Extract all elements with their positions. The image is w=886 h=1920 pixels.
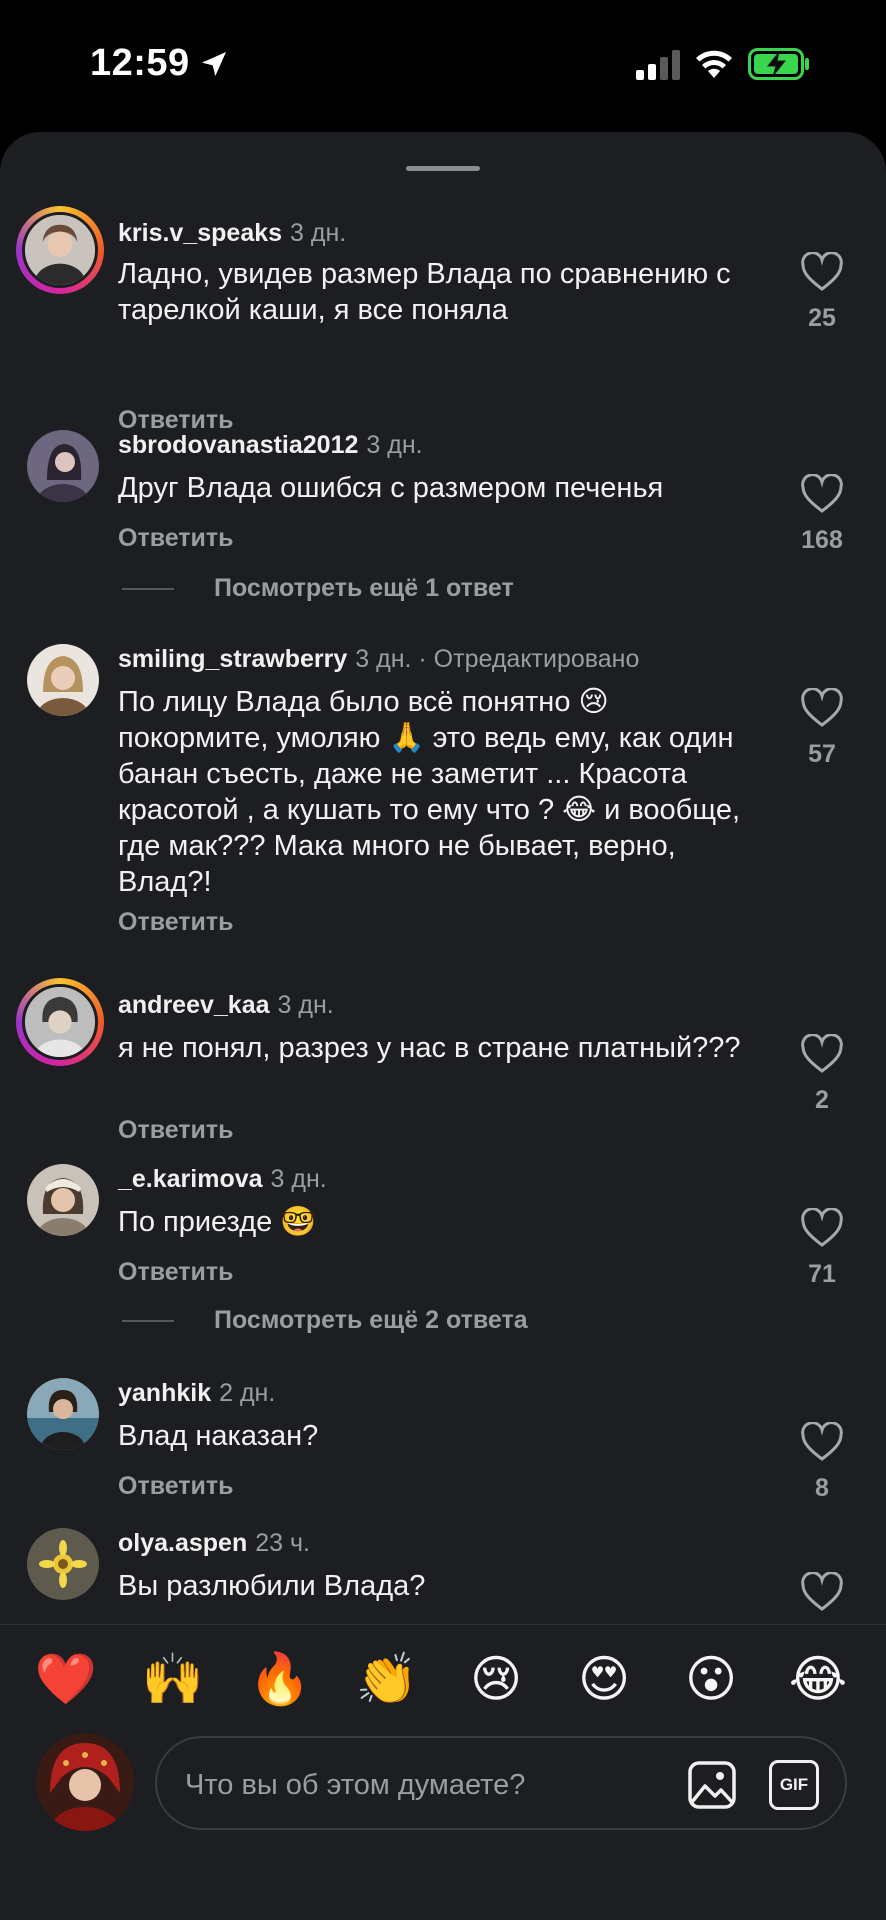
- my-avatar[interactable]: [36, 1733, 134, 1831]
- comment-username[interactable]: yanhkik: [118, 1379, 211, 1407]
- avatar[interactable]: [27, 430, 99, 502]
- avatar[interactable]: [22, 984, 98, 1060]
- story-ring[interactable]: [16, 206, 104, 294]
- view-more-replies-label[interactable]: Посмотреть ещё 2 ответа: [214, 1306, 528, 1335]
- emoji-fire[interactable]: 🔥: [248, 1647, 312, 1711]
- comment-header: olya.aspen 23 ч.: [118, 1528, 310, 1558]
- emoji-quick-bar: ❤️ 🙌 🔥 👏 😢 😍 😮 😂: [0, 1624, 886, 1729]
- emoji-heart[interactable]: ❤️: [34, 1647, 98, 1711]
- like-count: 71: [808, 1260, 836, 1288]
- comment-text: я не понял, разрез у нас в стране платны…: [118, 1032, 741, 1064]
- comment-header: smiling_strawberry 3 дн. · Отредактирован…: [118, 644, 639, 674]
- comment-time: 3 дн.: [270, 1165, 327, 1193]
- avatar[interactable]: [27, 1528, 99, 1600]
- comment-header: yanhkik 2 дн.: [118, 1378, 275, 1408]
- reply-button[interactable]: Ответить: [118, 908, 234, 937]
- avatar[interactable]: [27, 644, 99, 716]
- comment-text: Друг Влада ошибся с размером печенья: [118, 472, 664, 504]
- reply-button[interactable]: Ответить: [118, 524, 234, 553]
- sheet-grabber[interactable]: [406, 166, 480, 171]
- status-time: 12:59: [90, 42, 190, 84]
- heart-outline-icon[interactable]: [800, 474, 844, 514]
- comment-header: sbrodovanastia2012 3 дн.: [118, 430, 423, 460]
- image-icon[interactable]: [687, 1760, 737, 1810]
- emoji-raising-hands[interactable]: 🙌: [141, 1647, 205, 1711]
- view-more-replies-label[interactable]: Посмотреть ещё 1 ответ: [214, 574, 514, 603]
- like-count: 168: [801, 526, 843, 554]
- comment-username[interactable]: andreev_kaa: [118, 991, 270, 1019]
- comment-composer: GIF: [0, 1728, 886, 1920]
- emoji-crying[interactable]: 😢: [464, 1647, 528, 1711]
- comment-time: 3 дн. · Отредактировано: [355, 645, 640, 673]
- avatar[interactable]: [22, 212, 98, 288]
- thread-line: [122, 588, 174, 591]
- comment-time: 3 дн.: [277, 991, 334, 1019]
- comment-input[interactable]: [183, 1756, 627, 1814]
- like-count: 8: [815, 1474, 829, 1502]
- avatar[interactable]: [27, 1378, 99, 1450]
- reply-button[interactable]: Ответить: [118, 1116, 234, 1145]
- status-bar: 12:59: [0, 0, 886, 130]
- comment-header: kris.v_speaks 3 дн.: [118, 218, 346, 248]
- comment-text: Вы разлюбили Влада?: [118, 1570, 426, 1602]
- emoji-heart-eyes[interactable]: 😍: [572, 1647, 636, 1711]
- battery-charging-icon: [748, 48, 809, 80]
- comment-username[interactable]: sbrodovanastia2012: [118, 431, 358, 459]
- emoji-laughing[interactable]: 😂: [786, 1647, 850, 1711]
- comment-text: Влад наказан?: [118, 1420, 319, 1452]
- comment-username[interactable]: kris.v_speaks: [118, 219, 282, 247]
- comment-username[interactable]: smiling_strawberry: [118, 645, 347, 673]
- wifi-icon: [696, 50, 732, 78]
- view-more-replies[interactable]: Посмотреть ещё 2 ответа: [122, 1306, 528, 1335]
- comment-text: Ладно, увидев размер Влада по сравнению …: [118, 258, 731, 326]
- comment-time: 2 дн.: [219, 1379, 276, 1407]
- comment-text: По лицу Влада было всё понятно 😢 покорми…: [118, 686, 741, 898]
- comment-username[interactable]: olya.aspen: [118, 1529, 247, 1557]
- comment-time: 23 ч.: [255, 1529, 310, 1557]
- comment-header: andreev_kaa 3 дн.: [118, 990, 334, 1020]
- avatar[interactable]: [27, 1164, 99, 1236]
- heart-outline-icon[interactable]: [800, 1572, 844, 1612]
- comment-input-box[interactable]: GIF: [155, 1736, 847, 1830]
- reply-button[interactable]: Ответить: [118, 1258, 234, 1287]
- thread-line: [122, 1320, 174, 1323]
- view-more-replies[interactable]: Посмотреть ещё 1 ответ: [122, 574, 514, 603]
- comment-header: _e.karimova 3 дн.: [118, 1164, 327, 1194]
- emoji-clapping[interactable]: 👏: [355, 1647, 419, 1711]
- like-count: 57: [808, 740, 836, 768]
- cellular-signal-icon: [636, 50, 680, 80]
- heart-outline-icon[interactable]: [800, 1422, 844, 1462]
- comment-text: По приезде 🤓: [118, 1206, 317, 1238]
- heart-outline-icon[interactable]: [800, 1034, 844, 1074]
- comment-username[interactable]: _e.karimova: [118, 1165, 263, 1193]
- heart-outline-icon[interactable]: [800, 1208, 844, 1248]
- comment-time: 3 дн.: [290, 219, 347, 247]
- reply-button[interactable]: Ответить: [118, 1472, 234, 1501]
- like-count: 2: [815, 1086, 829, 1114]
- like-count: 25: [808, 304, 836, 332]
- story-ring[interactable]: [16, 978, 104, 1066]
- location-arrow-icon: [202, 52, 226, 76]
- emoji-surprised[interactable]: 😮: [679, 1647, 743, 1711]
- heart-outline-icon[interactable]: [800, 252, 844, 292]
- gif-button[interactable]: GIF: [769, 1760, 819, 1810]
- heart-outline-icon[interactable]: [800, 688, 844, 728]
- comment-time: 3 дн.: [366, 431, 423, 459]
